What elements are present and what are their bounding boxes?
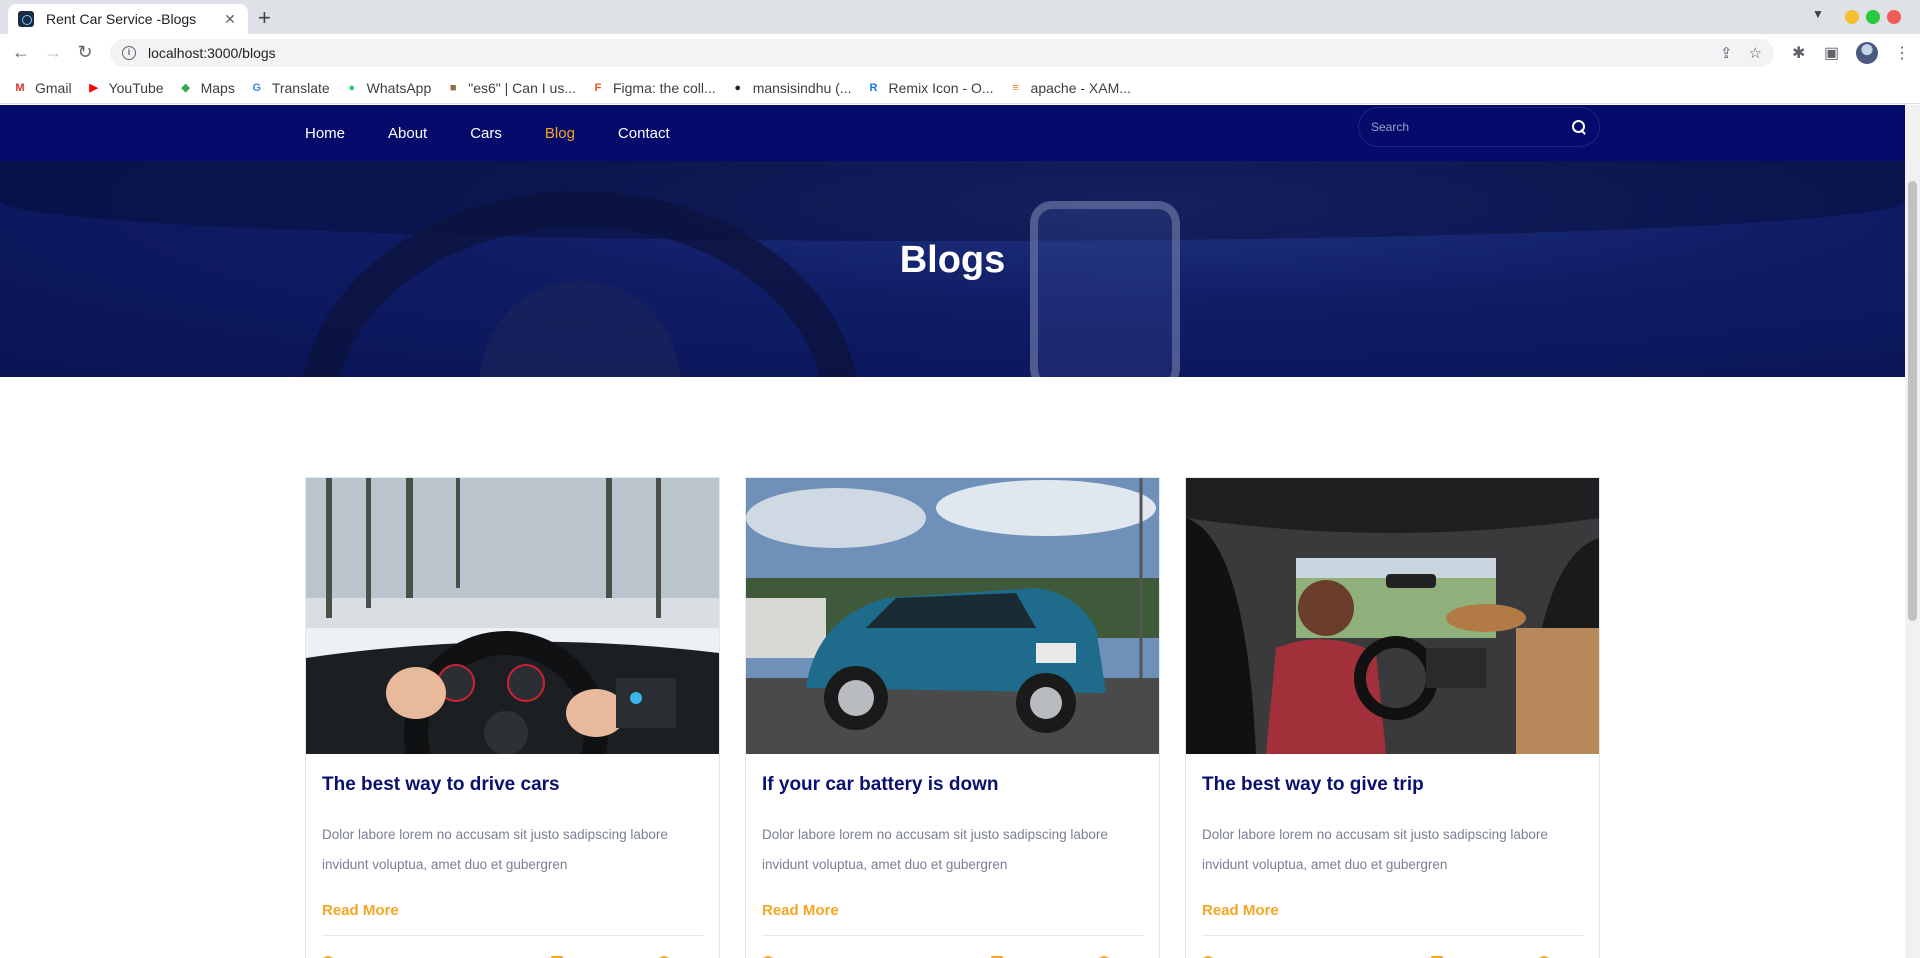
page-scrollbar[interactable]: [1905, 105, 1920, 958]
blog-card-excerpt: Dolor labore lorem no accusam sit justo …: [322, 827, 668, 872]
remix-icon: R: [869, 81, 878, 94]
gmail-icon: M: [15, 81, 25, 94]
figma-icon: F: [594, 81, 602, 94]
maximize-button[interactable]: [1866, 10, 1880, 24]
scrollbar-thumb[interactable]: [1908, 181, 1917, 621]
bookmark-label: apache - XAM...: [1030, 79, 1131, 96]
menu-kebab-icon[interactable]: ⋮: [1894, 43, 1910, 63]
share-icon[interactable]: ⇪: [1720, 44, 1733, 62]
blog-card-image[interactable]: [746, 478, 1159, 754]
nav-about[interactable]: About: [388, 125, 427, 142]
browser-tab-strip: Rent Car Service -Blogs ✕ + ▼: [0, 0, 1920, 34]
card-divider: [762, 935, 1143, 936]
url-text[interactable]: localhost:3000/blogs: [148, 45, 1704, 61]
blog-card: If your car battery is down Dolor labore…: [745, 477, 1160, 958]
side-panel-icon[interactable]: ▣: [1824, 43, 1839, 63]
page-viewport: Home About Cars Blog Contact Blogs: [0, 105, 1905, 958]
translate-icon: G: [252, 81, 262, 94]
read-more-link[interactable]: Read More: [322, 902, 399, 919]
github-icon: ●: [734, 81, 742, 94]
nav-links: Home About Cars Blog Contact: [305, 105, 713, 161]
forward-arrow-icon[interactable]: →: [41, 42, 65, 63]
browser-tab[interactable]: Rent Car Service -Blogs ✕: [8, 4, 248, 34]
tab-title: Rent Car Service -Blogs: [46, 11, 197, 27]
back-arrow-icon[interactable]: ←: [9, 42, 33, 63]
bookmark-label: mansisindhu (...: [752, 79, 852, 96]
bookmark-label: YouTube: [108, 79, 164, 96]
card-divider: [322, 935, 703, 936]
bookmark-item[interactable]: ≡ apache - XAM...: [1008, 80, 1131, 96]
bookmark-item[interactable]: G Translate: [249, 80, 330, 96]
bookmark-label: WhatsApp: [366, 79, 432, 96]
read-more-link[interactable]: Read More: [1202, 902, 1279, 919]
youtube-icon: ▶: [89, 81, 98, 94]
tab-search-chevron-icon[interactable]: ▼: [1812, 7, 1824, 21]
caniuse-icon: ■: [449, 81, 457, 94]
bookmark-label: Remix Icon - O...: [888, 79, 994, 96]
maps-icon: ◆: [181, 81, 190, 94]
bookmark-item[interactable]: R Remix Icon - O...: [866, 80, 994, 96]
minimize-button[interactable]: [1845, 10, 1859, 24]
blog-card-image[interactable]: [1186, 478, 1599, 754]
blog-card: The best way to drive cars Dolor labore …: [305, 477, 720, 958]
react-favicon-icon: [18, 11, 34, 27]
bookmark-label: Gmail: [35, 79, 72, 96]
bookmark-label: Figma: the coll...: [612, 79, 716, 96]
reload-icon[interactable]: ↻: [73, 42, 97, 63]
blog-card: The best way to give trip Dolor labore l…: [1185, 477, 1600, 958]
bookmark-item[interactable]: ● mansisindhu (...: [730, 79, 852, 96]
bookmark-star-icon[interactable]: ☆: [1749, 44, 1762, 62]
search-icon[interactable]: [1571, 119, 1587, 135]
extensions-puzzle-icon[interactable]: ✱: [1792, 43, 1805, 63]
read-more-link[interactable]: Read More: [762, 902, 839, 919]
bookmark-label: Maps: [200, 79, 235, 96]
nav-blog[interactable]: Blog: [545, 125, 575, 142]
page-hero-banner: Blogs: [0, 161, 1905, 377]
card-divider: [1202, 935, 1583, 936]
blog-card-image[interactable]: [306, 478, 719, 754]
bookmark-item[interactable]: F Figma: the coll...: [590, 80, 716, 96]
search-input[interactable]: [1371, 120, 1571, 134]
page-title: Blogs: [899, 239, 1006, 281]
address-bar[interactable]: i localhost:3000/blogs ⇪ ☆: [110, 39, 1774, 67]
new-tab-button[interactable]: +: [258, 5, 271, 31]
profile-avatar[interactable]: [1856, 42, 1878, 64]
bookmark-item[interactable]: M Gmail: [12, 79, 72, 96]
bookmark-label: Translate: [271, 79, 330, 96]
bookmark-item[interactable]: ▶ YouTube: [86, 79, 164, 96]
close-window-button[interactable]: [1887, 10, 1901, 24]
bookmarks-bar: M Gmail ▶ YouTube ◆ Maps G Translate ● WhatsApp ■ "…: [0, 72, 1920, 104]
blog-card-title[interactable]: The best way to give trip: [1202, 774, 1424, 796]
bookmark-item[interactable]: ● WhatsApp: [344, 79, 432, 96]
search-box: [1358, 107, 1600, 147]
site-navbar: Home About Cars Blog Contact: [0, 105, 1905, 161]
blog-card-excerpt: Dolor labore lorem no accusam sit justo …: [762, 827, 1108, 872]
site-info-icon[interactable]: i: [122, 46, 136, 60]
browser-toolbar: ← → ↻ i localhost:3000/blogs ⇪ ☆ ✱ ▣ ⋮: [0, 34, 1920, 72]
blog-card-title[interactable]: If your car battery is down: [762, 774, 999, 796]
bookmark-label: "es6" | Can I us...: [468, 79, 576, 96]
whatsapp-icon: ●: [348, 81, 355, 94]
bookmark-item[interactable]: ◆ Maps: [178, 79, 235, 96]
stackoverflow-icon: ≡: [1012, 81, 1019, 94]
nav-contact[interactable]: Contact: [618, 125, 670, 142]
close-tab-icon[interactable]: ✕: [222, 11, 238, 28]
bookmark-item[interactable]: ■ "es6" | Can I us...: [445, 80, 576, 96]
blog-card-title[interactable]: The best way to drive cars: [322, 774, 560, 796]
nav-cars[interactable]: Cars: [470, 125, 502, 142]
blog-card-excerpt: Dolor labore lorem no accusam sit justo …: [1202, 827, 1548, 872]
nav-home[interactable]: Home: [305, 125, 345, 142]
